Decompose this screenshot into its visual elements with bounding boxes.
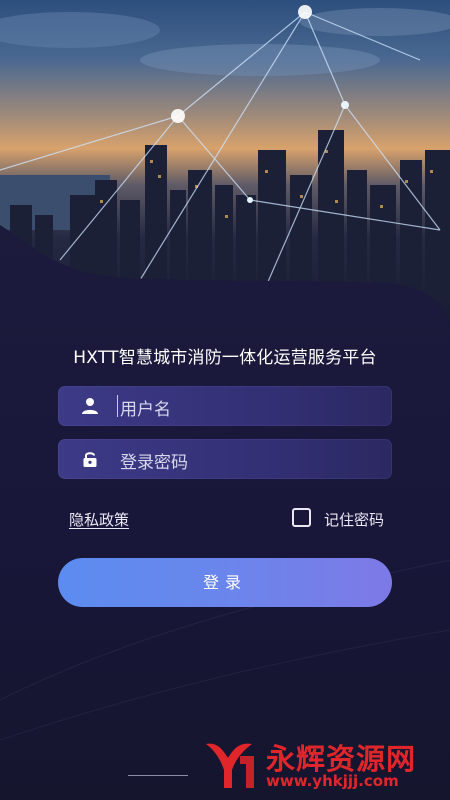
- remember-label: 记住密码: [324, 511, 385, 529]
- password-field[interactable]: 登录密码: [58, 439, 392, 479]
- watermark-logo-mark: [206, 743, 254, 788]
- watermark-logo: 永辉资源网 www.yhkjjj.com: [200, 736, 432, 794]
- user-icon: [81, 397, 99, 415]
- page-title: HXTT智慧城市消防一体化运营服务平台: [73, 348, 377, 368]
- watermark-url: www.yhkjjj.com: [266, 772, 399, 790]
- text-cursor: [117, 395, 118, 417]
- username-placeholder: 用户名: [120, 400, 171, 420]
- bottom-divider: [128, 775, 188, 776]
- login-screen: HXTT智慧城市消防一体化运营服务平台 用户名 登录密码 隐私政策 记住密码 登…: [0, 0, 450, 800]
- password-placeholder: 登录密码: [120, 453, 188, 473]
- privacy-policy-link[interactable]: 隐私政策: [69, 509, 129, 530]
- username-field[interactable]: 用户名: [58, 386, 392, 426]
- remember-password-toggle[interactable]: 记住密码: [292, 508, 404, 530]
- lock-icon: [81, 450, 99, 468]
- remember-checkbox[interactable]: [292, 508, 311, 527]
- login-button[interactable]: 登录: [58, 558, 392, 607]
